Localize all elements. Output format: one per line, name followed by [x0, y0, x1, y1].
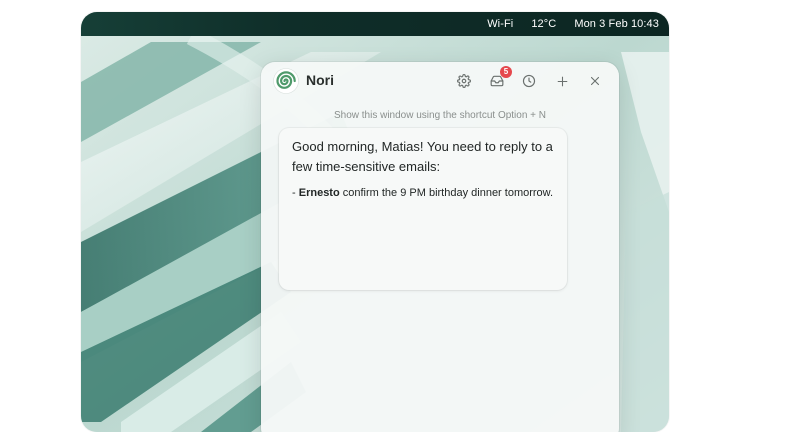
- weather-temperature[interactable]: 12°C: [531, 18, 556, 30]
- panel-header: Nori 5: [261, 62, 619, 100]
- close-button[interactable]: [585, 71, 605, 91]
- nori-assistant-panel: Nori 5 Show this window using the shortc…: [261, 62, 619, 432]
- app-title: Nori: [306, 72, 334, 88]
- close-icon: [590, 76, 600, 86]
- desktop-screen: Wi-Fi 12°C Mon 3 Feb 10:43 Nori 5 Show t…: [81, 12, 669, 432]
- email-item-text: confirm the 9 PM birthday dinner tomorro…: [339, 187, 554, 199]
- shortcut-hint: Show this window using the shortcut Opti…: [333, 110, 547, 121]
- new-chat-button[interactable]: [552, 71, 572, 91]
- assistant-message-card: Good morning, Matias! You need to reply …: [279, 128, 567, 290]
- plus-icon: [557, 76, 567, 86]
- settings-button[interactable]: [454, 71, 474, 91]
- mail-button[interactable]: 5: [487, 66, 512, 91]
- wifi-status[interactable]: Wi-Fi: [487, 18, 513, 30]
- gear-icon: [457, 74, 471, 88]
- email-sender: Ernesto: [298, 187, 340, 199]
- mail-count-badge: 5: [500, 66, 512, 78]
- menu-bar: Wi-Fi 12°C Mon 3 Feb 10:43: [81, 12, 669, 36]
- email-item-prefix: -: [292, 187, 299, 199]
- history-button[interactable]: [519, 71, 539, 91]
- clock-icon: [522, 74, 536, 88]
- email-reminder-item: - Ernesto confirm the 9 PM birthday dinn…: [292, 185, 554, 202]
- date-time[interactable]: Mon 3 Feb 10:43: [574, 18, 659, 30]
- greeting-text: Good morning, Matias! You need to reply …: [292, 139, 553, 174]
- nori-logo-icon: [273, 68, 299, 94]
